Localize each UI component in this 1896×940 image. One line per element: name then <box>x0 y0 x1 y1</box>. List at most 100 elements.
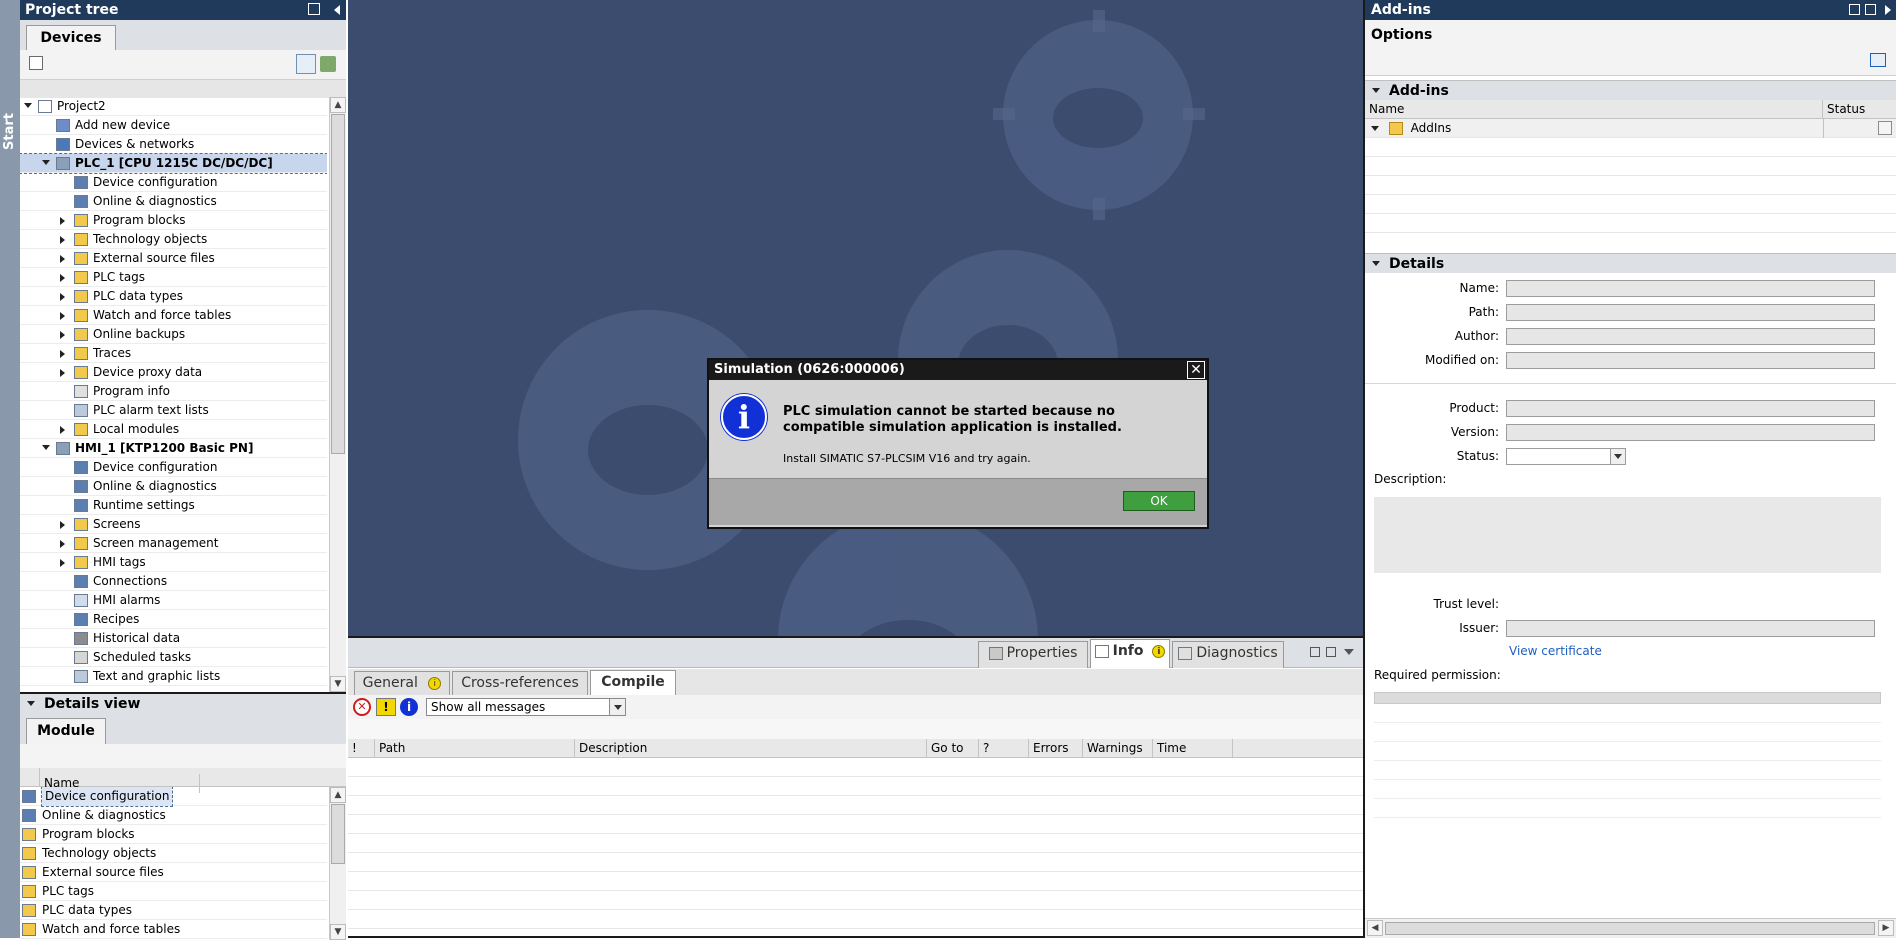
tree-item[interactable]: Project2 <box>20 97 327 116</box>
collapsed-arrow-icon[interactable] <box>60 540 65 548</box>
tree-item[interactable]: HMI_1 [KTP1200 Basic PN] <box>20 439 327 458</box>
collapsed-arrow-icon[interactable] <box>60 369 65 377</box>
tree-item[interactable]: Traces <box>20 344 327 363</box>
column-header[interactable]: Time <box>1153 739 1233 758</box>
details-view-header[interactable]: Details view <box>20 694 346 714</box>
collapsed-arrow-icon[interactable] <box>60 426 65 434</box>
panel-layout-icon[interactable] <box>1870 53 1886 67</box>
scroll-down-icon[interactable]: ▼ <box>330 676 346 692</box>
horizontal-scrollbar[interactable]: ◀ ▶ <box>1365 918 1896 938</box>
addins-collapse-icon[interactable] <box>1372 88 1380 93</box>
tree-item[interactable]: Add new device <box>20 116 327 135</box>
details-item[interactable]: Watch and force tables <box>20 920 327 939</box>
status-cell[interactable] <box>1823 119 1896 138</box>
collapse-arrow-icon[interactable] <box>27 701 35 706</box>
view-certificate-link[interactable]: View certificate <box>1509 644 1602 658</box>
tree-item[interactable]: Devices & networks <box>20 135 327 154</box>
tree-item[interactable]: Program blocks <box>20 211 327 230</box>
collapsed-arrow-icon[interactable] <box>60 274 65 282</box>
expanded-arrow-icon[interactable] <box>42 445 50 450</box>
tree-item[interactable]: Screen management <box>20 534 327 553</box>
start-strip[interactable]: Start <box>0 0 20 938</box>
message-row[interactable] <box>348 834 1363 853</box>
tree-item[interactable]: PLC alarm text lists <box>20 401 327 420</box>
tree-item[interactable]: Device configuration <box>20 458 327 477</box>
collapse-icon[interactable] <box>334 5 340 15</box>
scroll-up-icon[interactable]: ▲ <box>330 97 346 113</box>
tree-item[interactable]: Text and graphic lists <box>20 667 327 686</box>
addins-folder-row[interactable]: AddIns <box>1365 119 1896 138</box>
add-icon[interactable] <box>320 56 336 72</box>
tree-item[interactable]: Technology objects <box>20 230 327 249</box>
issuer-field[interactable] <box>1506 620 1875 637</box>
details-item[interactable]: Device configuration <box>20 787 327 807</box>
details-section-header[interactable]: Details <box>1365 253 1896 273</box>
message-row[interactable] <box>348 815 1363 834</box>
details-item[interactable]: Online & diagnostics <box>20 806 327 825</box>
expanded-arrow-icon[interactable] <box>42 160 50 165</box>
details-item[interactable]: Program blocks <box>20 825 327 844</box>
tree-item[interactable]: Online & diagnostics <box>20 477 327 496</box>
tree-item[interactable]: Runtime settings <box>20 496 327 515</box>
message-row[interactable] <box>348 910 1363 929</box>
tree-item[interactable]: Online backups <box>20 325 327 344</box>
column-header[interactable]: Errors <box>1029 739 1083 758</box>
tab-properties[interactable]: Properties <box>978 641 1088 668</box>
tree-item[interactable]: Connections <box>20 572 327 591</box>
message-row[interactable] <box>348 872 1363 891</box>
version-field[interactable] <box>1506 424 1875 441</box>
details-item[interactable]: External source files <box>20 863 327 882</box>
collapsed-arrow-icon[interactable] <box>60 255 65 263</box>
subtab-cross-references[interactable]: Cross-references <box>452 671 588 695</box>
column-header[interactable]: ? <box>979 739 1029 758</box>
tree-item[interactable]: HMI tags <box>20 553 327 572</box>
column-header[interactable]: ! <box>348 739 375 758</box>
collapsed-arrow-icon[interactable] <box>60 293 65 301</box>
scroll-right-icon[interactable]: ▶ <box>1878 920 1894 936</box>
tree-item[interactable]: Historical data <box>20 629 327 648</box>
overview-icon[interactable] <box>29 56 43 70</box>
details-scrollbar[interactable]: ▲ ▼ <box>329 787 346 940</box>
tab-devices[interactable]: Devices <box>26 25 116 50</box>
collapsed-arrow-icon[interactable] <box>60 331 65 339</box>
info-filter-icon[interactable]: i <box>400 698 418 716</box>
tree-item[interactable]: Program info <box>20 382 327 401</box>
ok-button[interactable]: OK <box>1123 491 1195 511</box>
details-item[interactable]: Technology objects <box>20 844 327 863</box>
close-icon[interactable]: ✕ <box>1187 361 1205 379</box>
message-row[interactable] <box>348 796 1363 815</box>
column-header[interactable]: Warnings <box>1083 739 1153 758</box>
subtab-general[interactable]: General i <box>354 671 450 695</box>
warning-filter-icon[interactable]: ! <box>376 698 396 716</box>
message-filter-select[interactable]: Show all messages <box>426 698 626 716</box>
tree-scrollbar[interactable]: ▲ ▼ <box>329 97 346 692</box>
tree-item[interactable]: Watch and force tables <box>20 306 327 325</box>
tree-item[interactable]: Device proxy data <box>20 363 327 382</box>
collapsed-arrow-icon[interactable] <box>60 217 65 225</box>
folder-expand-icon[interactable] <box>1371 126 1379 131</box>
message-row[interactable] <box>348 891 1363 910</box>
column-header[interactable]: Go to <box>927 739 979 758</box>
tab-info[interactable]: Info i <box>1090 639 1170 668</box>
details-item[interactable]: PLC tags <box>20 882 327 901</box>
modified-field[interactable] <box>1506 352 1875 369</box>
status-chevron-icon[interactable] <box>1610 449 1625 464</box>
subtab-compile[interactable]: Compile <box>590 670 676 695</box>
tree-item[interactable]: Recipes <box>20 610 327 629</box>
expand-panel-icon[interactable] <box>1885 5 1891 15</box>
tree-item[interactable]: PLC_1 [CPU 1215C DC/DC/DC] <box>20 153 327 174</box>
author-field[interactable] <box>1506 328 1875 345</box>
restore-icon[interactable] <box>1310 647 1320 657</box>
error-filter-icon[interactable]: ✕ <box>353 698 371 716</box>
chevron-down-icon[interactable] <box>609 699 625 715</box>
name-field[interactable] <box>1506 280 1875 297</box>
tree-item[interactable]: PLC tags <box>20 268 327 287</box>
collapsed-arrow-icon[interactable] <box>60 236 65 244</box>
scroll-thumb[interactable] <box>331 114 345 454</box>
h-scroll-thumb[interactable] <box>1385 922 1875 935</box>
float-panel-icon[interactable] <box>1865 4 1876 15</box>
expanded-arrow-icon[interactable] <box>24 103 32 108</box>
tree-item[interactable]: External source files <box>20 249 327 268</box>
message-row[interactable] <box>348 758 1363 777</box>
details-item[interactable]: PLC data types <box>20 901 327 920</box>
